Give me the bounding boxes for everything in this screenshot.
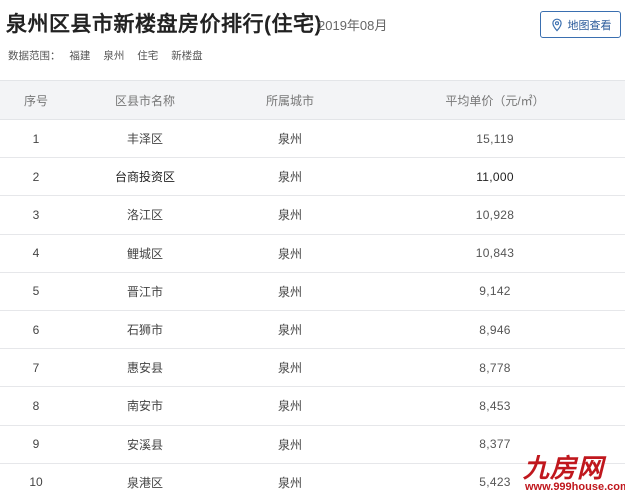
row-index: 6 <box>32 322 40 337</box>
scope-item[interactable]: 新楼盘 <box>171 50 203 62</box>
row-district[interactable]: 安溪县 <box>80 426 210 463</box>
row-index: 8 <box>32 398 40 413</box>
map-view-button[interactable]: 地图查看 <box>540 11 621 38</box>
table-row[interactable]: 6 石狮市 泉州 8,946 <box>0 311 625 350</box>
row-price: 9,142 <box>479 284 511 299</box>
row-price: 8,946 <box>479 322 511 337</box>
scope-item[interactable]: 住宅 <box>137 50 158 62</box>
table-row[interactable]: 2 台商投资区 泉州 11,000 <box>0 158 625 197</box>
row-district[interactable]: 石狮市 <box>80 311 210 348</box>
page-header: 泉州区县市新楼盘房价排行(住宅) 2019年08月 地图查看 数据范围： 福建 … <box>0 0 625 80</box>
page-title: 泉州区县市新楼盘房价排行(住宅) <box>6 13 322 36</box>
map-pin-icon <box>551 18 562 32</box>
column-header-district: 区县市名称 <box>114 93 175 108</box>
row-index: 9 <box>32 437 40 452</box>
row-district[interactable]: 台商投资区 <box>80 158 210 195</box>
row-price: 8,453 <box>479 398 511 413</box>
row-city: 泉州 <box>277 475 302 490</box>
price-ranking-table: 序号 区县市名称 所属城市 平均单价（元/㎡） 1 丰泽区 泉州 15,119 … <box>0 80 625 501</box>
row-price: 10,843 <box>475 246 515 261</box>
row-city: 泉州 <box>277 246 302 261</box>
row-index: 7 <box>32 360 40 375</box>
row-district[interactable]: 鲤城区 <box>80 235 210 272</box>
scope-item[interactable]: 福建 <box>69 50 90 62</box>
row-price: 15,119 <box>476 131 514 146</box>
site-watermark: 九房网 www.999house.com <box>515 448 625 501</box>
row-city: 泉州 <box>277 323 302 338</box>
row-price: 8,778 <box>479 360 511 375</box>
row-index: 3 <box>32 207 40 222</box>
row-index: 2 <box>32 169 40 184</box>
row-district[interactable]: 丰泽区 <box>80 120 210 157</box>
row-index: 4 <box>32 246 40 261</box>
data-scope-label: 数据范围： <box>8 50 61 62</box>
row-district[interactable]: 晋江市 <box>80 273 210 310</box>
row-city: 泉州 <box>277 170 302 185</box>
table-row[interactable]: 7 惠安县 泉州 8,778 <box>0 349 625 388</box>
row-index: 5 <box>32 284 40 299</box>
watermark-brand: 九房网 <box>523 453 605 483</box>
report-date: 2019年08月 <box>318 18 388 33</box>
table-row[interactable]: 1 丰泽区 泉州 15,119 <box>0 120 625 159</box>
table-header: 序号 区县市名称 所属城市 平均单价（元/㎡） <box>0 80 625 120</box>
column-header-city: 所属城市 <box>265 93 314 108</box>
column-header-price: 平均单价（元/㎡） <box>445 93 545 108</box>
row-district[interactable]: 洛江区 <box>80 196 210 233</box>
row-district[interactable]: 泉港区 <box>80 464 210 501</box>
table-row[interactable]: 3 洛江区 泉州 10,928 <box>0 196 625 235</box>
row-price: 10,928 <box>475 207 515 222</box>
row-city: 泉州 <box>277 399 302 414</box>
scope-item[interactable]: 泉州 <box>103 50 124 62</box>
row-city: 泉州 <box>277 208 302 223</box>
column-header-index: 序号 <box>23 93 48 108</box>
data-scope: 数据范围： 福建 泉州 住宅 新楼盘 <box>8 48 213 63</box>
table-row[interactable]: 8 南安市 泉州 8,453 <box>0 387 625 426</box>
row-city: 泉州 <box>277 361 302 376</box>
row-index: 1 <box>32 131 40 146</box>
row-district[interactable]: 惠安县 <box>80 349 210 386</box>
row-price: 11,000 <box>476 169 514 184</box>
table-row[interactable]: 4 鲤城区 泉州 10,843 <box>0 235 625 273</box>
table-row[interactable]: 5 晋江市 泉州 9,142 <box>0 273 625 311</box>
map-view-button-label: 地图查看 <box>567 19 612 32</box>
row-city: 泉州 <box>277 284 302 299</box>
row-district[interactable]: 南安市 <box>80 387 210 424</box>
watermark-url: www.999house.com <box>525 481 625 493</box>
row-city: 泉州 <box>277 437 302 452</box>
row-city: 泉州 <box>277 132 302 147</box>
row-index: 10 <box>29 475 43 490</box>
